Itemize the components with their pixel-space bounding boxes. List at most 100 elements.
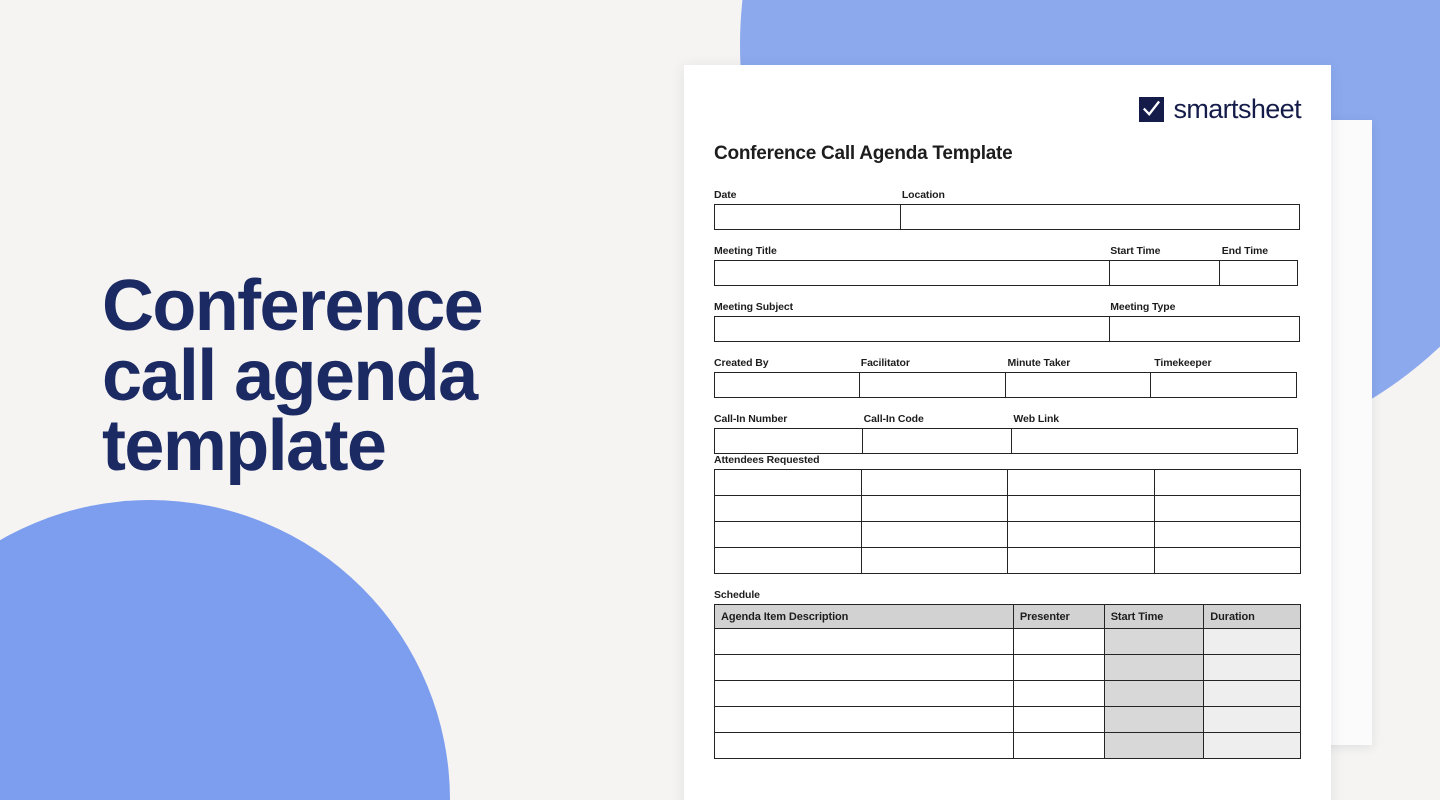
attendee-cell[interactable] — [860, 521, 1008, 548]
attendee-cell[interactable] — [1153, 547, 1301, 574]
hero-title-line-1: Conference — [102, 266, 484, 346]
schedule-cell[interactable] — [1203, 706, 1301, 733]
attendees-row — [714, 469, 1301, 496]
attendee-cell[interactable] — [714, 469, 862, 496]
field-input[interactable] — [714, 204, 902, 230]
field-label-row: Created By Facilitator Minute Taker Timekee… — [714, 357, 1301, 372]
decorative-circle-bottom-left — [0, 500, 450, 800]
schedule-cell[interactable] — [1012, 680, 1105, 707]
schedule-cell[interactable] — [1103, 628, 1205, 655]
schedule-row — [714, 706, 1301, 733]
attendee-cell[interactable] — [714, 547, 862, 574]
field-label: Web Link — [1013, 413, 1060, 425]
attendees-section: Attendees Requested — [714, 454, 1301, 574]
field-label-row: Meeting Title Start Time End Time — [714, 245, 1301, 260]
schedule-cell[interactable] — [714, 706, 1014, 733]
field-input[interactable] — [1218, 260, 1299, 286]
field-row-date-location: Date Location — [714, 189, 1301, 230]
field-label: Call-In Code — [863, 413, 924, 425]
field-label: Created By — [714, 357, 769, 369]
field-input[interactable] — [1004, 372, 1152, 398]
field-input[interactable] — [900, 204, 1300, 230]
schedule-row — [714, 680, 1301, 707]
attendee-cell[interactable] — [1153, 521, 1301, 548]
schedule-header-row: Agenda Item Description Presenter Start Ti… — [714, 604, 1301, 629]
schedule-cell[interactable] — [1103, 680, 1205, 707]
field-label: Minute Taker — [1007, 357, 1071, 369]
attendee-cell[interactable] — [1153, 469, 1301, 496]
schedule-cell[interactable] — [1012, 706, 1105, 733]
attendee-cell[interactable] — [1007, 469, 1155, 496]
attendee-cell[interactable] — [860, 469, 1008, 496]
field-label-row: Date Location — [714, 189, 1301, 204]
schedule-cell[interactable] — [1203, 628, 1301, 655]
field-input[interactable] — [1108, 260, 1221, 286]
attendee-cell[interactable] — [860, 495, 1008, 522]
document-title: Conference Call Agenda Template — [714, 143, 1013, 164]
field-input[interactable] — [1010, 428, 1299, 454]
hero-title: Conference call agenda template — [102, 266, 572, 481]
schedule-cell[interactable] — [1103, 654, 1205, 681]
attendees-section-label: Attendees Requested — [714, 454, 820, 466]
attendee-cell[interactable] — [714, 521, 862, 548]
schedule-row — [714, 628, 1301, 655]
field-row-roles: Created By Facilitator Minute Taker Timekee… — [714, 357, 1301, 398]
schedule-column-header: Duration — [1203, 604, 1301, 629]
attendee-cell[interactable] — [714, 495, 862, 522]
field-box-row — [714, 260, 1301, 286]
field-input[interactable] — [859, 372, 1007, 398]
schedule-row — [714, 654, 1301, 681]
field-label: Location — [901, 189, 945, 201]
field-label: End Time — [1221, 245, 1268, 257]
field-label-row: Call-In Number Call-In Code Web Link — [714, 413, 1301, 428]
hero-title-line-2: call agenda — [102, 335, 478, 416]
field-label: Meeting Type — [1110, 301, 1176, 313]
field-box-row — [714, 372, 1301, 398]
attendees-row — [714, 521, 1301, 548]
schedule-cell[interactable] — [1103, 706, 1205, 733]
schedule-column-header: Start Time — [1103, 604, 1205, 629]
schedule-cell[interactable] — [1203, 680, 1301, 707]
field-box-row — [714, 428, 1301, 454]
schedule-cell[interactable] — [714, 628, 1014, 655]
attendee-cell[interactable] — [860, 547, 1008, 574]
field-input[interactable] — [1150, 372, 1297, 398]
schedule-cell[interactable] — [1203, 654, 1301, 681]
schedule-cell[interactable] — [1203, 732, 1301, 759]
field-label: Meeting Title — [714, 245, 777, 257]
attendee-cell[interactable] — [1007, 521, 1155, 548]
schedule-cell[interactable] — [1103, 732, 1205, 759]
field-input[interactable] — [714, 316, 1111, 342]
schedule-cell[interactable] — [714, 654, 1014, 681]
schedule-cell[interactable] — [1012, 732, 1105, 759]
field-input[interactable] — [714, 428, 864, 454]
field-input[interactable] — [714, 372, 861, 398]
schedule-cell[interactable] — [1012, 654, 1105, 681]
schedule-section-label: Schedule — [714, 589, 760, 601]
field-label: Call-In Number — [714, 413, 788, 425]
field-row-meeting-subject-type: Meeting Subject Meeting Type — [714, 301, 1301, 342]
schedule-column-header: Presenter — [1012, 604, 1105, 629]
schedule-cell[interactable] — [714, 732, 1014, 759]
field-input[interactable] — [714, 260, 1111, 286]
field-row-call-in-details: Call-In Number Call-In Code Web Link — [714, 413, 1301, 454]
schedule-cell[interactable] — [714, 680, 1014, 707]
attendee-cell[interactable] — [1007, 547, 1155, 574]
field-input[interactable] — [862, 428, 1012, 454]
field-label: Timekeeper — [1154, 357, 1212, 369]
field-input[interactable] — [1108, 316, 1300, 342]
schedule-cell[interactable] — [1012, 628, 1105, 655]
attendees-row — [714, 495, 1301, 522]
attendee-cell[interactable] — [1007, 495, 1155, 522]
field-label-row: Meeting Subject Meeting Type — [714, 301, 1301, 316]
document-page-front[interactable]: smartsheet Conference Call Agenda Templa… — [684, 65, 1331, 800]
field-box-row — [714, 316, 1301, 342]
schedule-column-header: Agenda Item Description — [714, 604, 1014, 629]
document-preview-stack[interactable]: smartsheet Conference Call Agenda Templa… — [684, 65, 1372, 800]
schedule-table[interactable]: Agenda Item Description Presenter Start Ti… — [714, 604, 1301, 759]
schedule-section: Schedule Agenda Item Description Presente… — [714, 589, 1301, 759]
field-label: Start Time — [1110, 245, 1161, 257]
attendee-cell[interactable] — [1153, 495, 1301, 522]
attendees-table[interactable] — [714, 469, 1301, 574]
field-label: Date — [714, 189, 737, 201]
